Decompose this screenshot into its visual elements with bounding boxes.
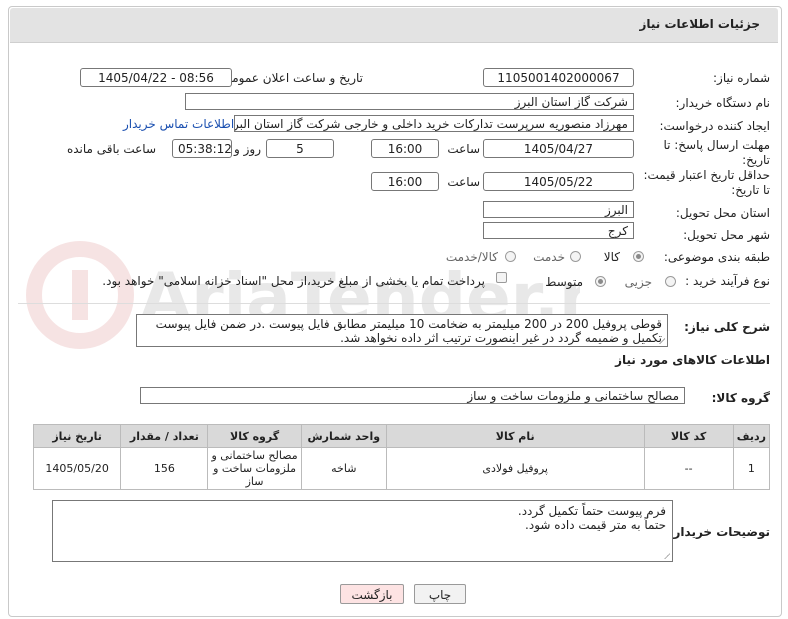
- cell-quantity: 156: [120, 447, 209, 490]
- category-radio-service[interactable]: [570, 251, 581, 262]
- validity-label-line1: حداقل تاریخ اعتبار قیمت:: [643, 168, 770, 182]
- deadline-date-field: 1405/04/27: [483, 139, 634, 158]
- buyer-notes-line-1: فرم پیوست حتماً تکمیل گردد.: [517, 504, 666, 518]
- deadline-label-line1: مهلت ارسال پاسخ: تا: [663, 138, 770, 152]
- buyer-notes-textarea[interactable]: فرم پیوست حتماً تکمیل گردد. حتماً به متر…: [52, 500, 673, 562]
- buyer-notes-line-2: حتماً به متر قیمت داده شود.: [525, 518, 666, 532]
- days-label: روز و: [234, 142, 261, 156]
- back-button[interactable]: بازگشت: [340, 584, 404, 604]
- treasury-payment-checkbox[interactable]: [496, 272, 507, 283]
- city-field: کرج: [483, 222, 634, 239]
- col-quantity: تعداد / مقدار: [120, 424, 209, 448]
- items-table: ردیف کد کالا نام کالا واحد شمارش گروه کا…: [32, 424, 771, 490]
- need-number-label: شماره نیاز:: [713, 71, 770, 85]
- deadline-time-label: ساعت: [447, 142, 480, 156]
- contact-info-link[interactable]: اطلاعات تماس خریدار: [123, 117, 234, 131]
- col-group: گروه کالا: [207, 424, 302, 448]
- process-label: نوع فرآیند خرید :: [685, 274, 770, 288]
- divider: [18, 303, 770, 304]
- col-need-date: تاریخ نیاز: [32, 424, 122, 448]
- table-row[interactable]: 1 -- پروفیل فولادی شاخه مصالح ساختمانی و…: [32, 447, 771, 490]
- remaining-label: ساعت باقی مانده: [66, 142, 156, 156]
- print-button[interactable]: چاپ: [414, 584, 466, 604]
- cell-row-number: 1: [732, 447, 771, 490]
- col-unit: واحد شمارش: [300, 424, 387, 448]
- deadline-time-field: 16:00: [371, 139, 439, 158]
- resize-handle-icon[interactable]: [659, 338, 665, 344]
- col-row-number: ردیف: [732, 424, 771, 448]
- process-option-minor: جزیی: [624, 275, 652, 289]
- process-radio-minor[interactable]: [665, 276, 676, 287]
- days-field: 5: [266, 139, 334, 158]
- cell-item-code: --: [643, 447, 734, 490]
- announce-field: 1405/04/22 - 08:56: [80, 68, 232, 87]
- cell-need-date: 1405/05/20: [32, 447, 122, 490]
- description-label: شرح کلی نیاز:: [684, 320, 770, 334]
- validity-date-field: 1405/05/22: [483, 172, 634, 191]
- buyer-org-label: نام دستگاه خریدار:: [675, 96, 771, 110]
- goods-group-field: مصالح ساختمانی و ملزومات ساخت و ساز: [140, 387, 685, 404]
- table-header-row: ردیف کد کالا نام کالا واحد شمارش گروه کا…: [32, 424, 771, 448]
- validity-time-label: ساعت: [447, 175, 480, 189]
- category-radio-goods-service[interactable]: [505, 251, 516, 262]
- treasury-payment-note: پرداخت تمام یا بخشی از مبلغ خرید،از محل …: [102, 274, 485, 288]
- category-option-goods-service: کالا/خدمت: [445, 250, 498, 264]
- cell-group: مصالح ساختمانی و ملزومات ساخت و ساز: [207, 447, 302, 490]
- description-text: قوطی پروفیل 200 در 200 میلیمتر به ضخامت …: [155, 317, 662, 345]
- buyer-notes-label: توضیحات خریدار:: [668, 525, 770, 539]
- cell-unit: شاخه: [300, 447, 387, 490]
- cell-item-name: پروفیل فولادی: [385, 447, 645, 490]
- category-label: طبقه بندی موضوعی:: [663, 250, 770, 264]
- goods-group-label: گروه کالا:: [711, 391, 770, 405]
- remaining-time-field: 05:38:12: [172, 139, 232, 158]
- resize-handle-icon[interactable]: [664, 553, 670, 559]
- city-label: شهر محل تحویل:: [683, 228, 770, 242]
- process-radio-medium[interactable]: [595, 276, 606, 287]
- province-label: استان محل تحویل:: [675, 206, 770, 220]
- process-option-medium: متوسط: [545, 275, 583, 289]
- title-bar: جزئیات اطلاعات نیاز: [10, 8, 778, 43]
- creator-label: ایجاد کننده درخواست:: [659, 119, 770, 133]
- col-item-name: نام کالا: [385, 424, 645, 448]
- category-option-goods: کالا: [603, 250, 620, 264]
- need-number-field: 1105001402000067: [483, 68, 634, 87]
- creator-field: مهرزاد منصوریه سرپرست تدارکات خرید داخلی…: [234, 115, 634, 132]
- page-title: جزئیات اطلاعات نیاز: [639, 17, 760, 31]
- validity-time-field: 16:00: [371, 172, 439, 191]
- category-radio-goods[interactable]: [633, 251, 644, 262]
- validity-label-line2: تا تاریخ:: [731, 183, 770, 197]
- col-item-code: کد کالا: [643, 424, 734, 448]
- province-field: البرز: [483, 201, 634, 218]
- goods-section-title: اطلاعات کالاهای مورد نیاز: [615, 353, 770, 367]
- description-textarea[interactable]: قوطی پروفیل 200 در 200 میلیمتر به ضخامت …: [136, 314, 668, 347]
- announce-label: تاریخ و ساعت اعلان عمومی:: [218, 71, 363, 85]
- buyer-org-field: شرکت گاز استان البرز: [185, 93, 634, 110]
- category-option-service: خدمت: [533, 250, 565, 264]
- deadline-label-line2: تاریخ:: [742, 153, 770, 167]
